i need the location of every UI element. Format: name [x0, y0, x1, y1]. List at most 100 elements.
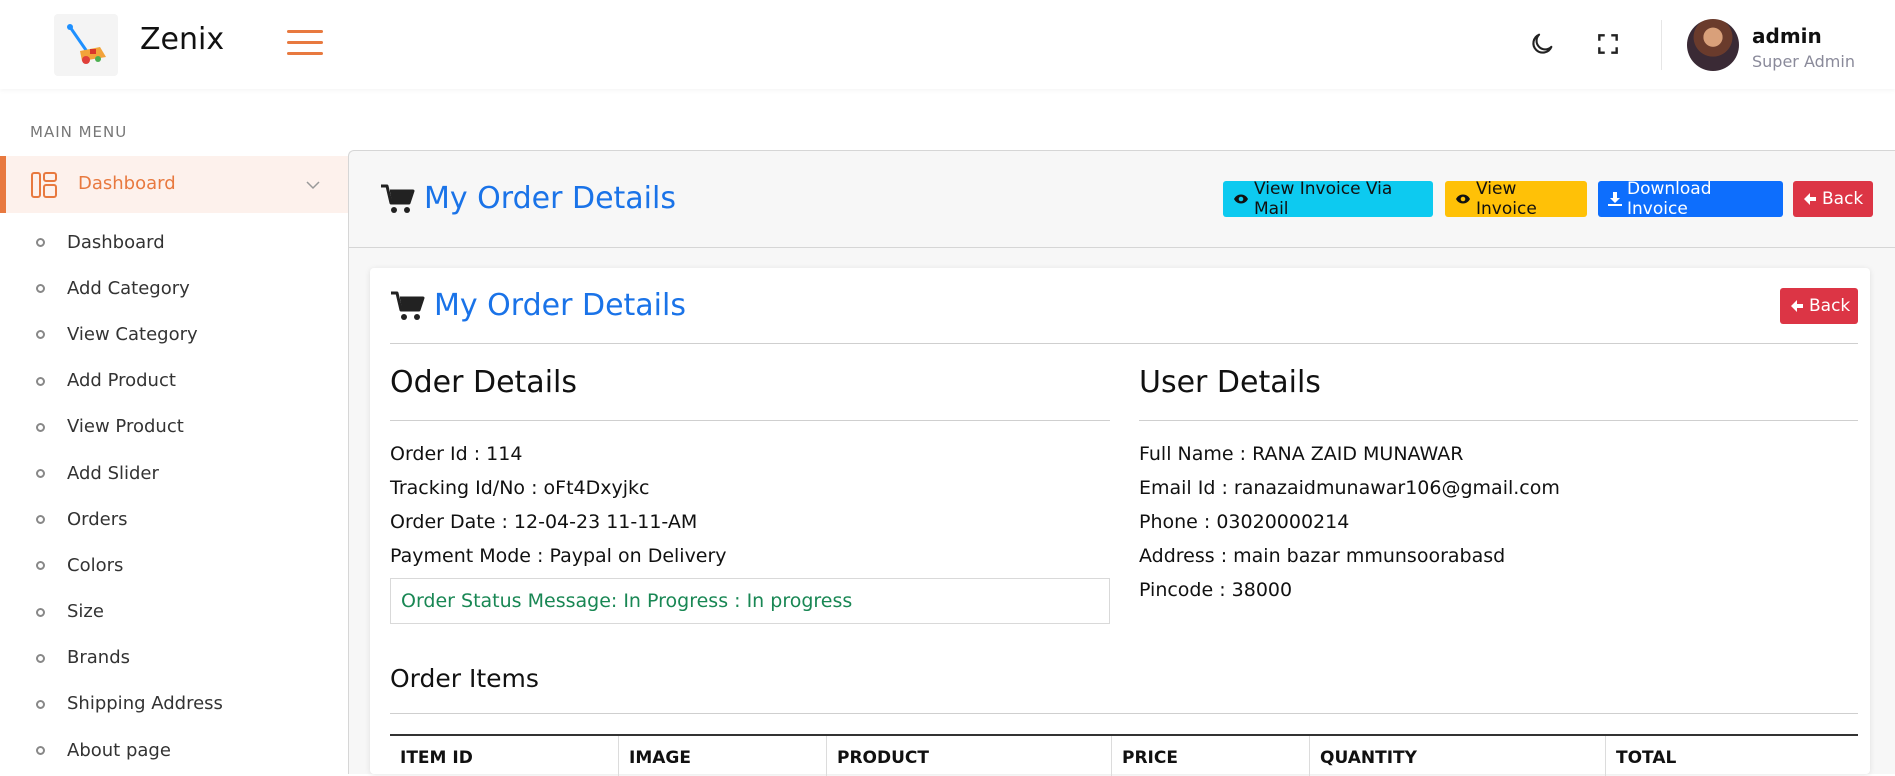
order-status-box: Order Status Message: In Progress : In p…	[390, 578, 1110, 624]
bullet-icon	[36, 699, 45, 709]
menu-toggle-button[interactable]	[287, 30, 323, 56]
sidebar-submenu: Dashboard Add Category View Category Add…	[0, 219, 348, 773]
column-header-total[interactable]: TOTAL	[1606, 736, 1858, 776]
sidebar-item-label: Brands	[67, 647, 130, 669]
hamburger-bar	[287, 41, 323, 44]
vacuum-logo-icon	[67, 24, 106, 64]
button-label: Back	[1809, 296, 1851, 316]
sidebar-item-view-product[interactable]: View Product	[0, 404, 348, 450]
sidebar-item-about-page[interactable]: About page	[0, 727, 348, 773]
order-items-heading: Order Items	[390, 664, 539, 693]
button-label: Back	[1822, 189, 1864, 209]
cart-icon	[391, 291, 425, 320]
sidebar-item-label: Size	[67, 601, 104, 623]
sidebar-item-colors[interactable]: Colors	[0, 542, 348, 588]
avatar[interactable]	[1687, 19, 1739, 71]
eye-icon	[1233, 193, 1249, 205]
download-invoice-button[interactable]: Download Invoice	[1598, 179, 1783, 219]
bullet-icon	[36, 238, 45, 248]
payment-mode: Payment Mode : Paypal on Delivery	[390, 545, 727, 567]
user-email: Email Id : ranazaidmunawar106@gmail.com	[1139, 477, 1560, 499]
hamburger-bar	[287, 52, 323, 55]
order-id: Order Id : 114	[390, 443, 523, 465]
sidebar-item-dashboard[interactable]: Dashboard	[0, 219, 348, 265]
back-button[interactable]: Back	[1793, 181, 1873, 217]
sidebar-item-label: Dashboard	[78, 173, 176, 194]
bullet-icon	[36, 515, 45, 525]
divider	[390, 420, 1110, 421]
card-back-button[interactable]: Back	[1780, 288, 1858, 324]
sidebar-item-orders[interactable]: Orders	[0, 496, 348, 542]
page-title: My Order Details	[380, 181, 676, 216]
dark-mode-toggle[interactable]	[1526, 28, 1558, 60]
order-details-card: My Order Details Back Oder Details Order…	[370, 268, 1870, 776]
brand-logo[interactable]	[54, 14, 118, 76]
sidebar-item-add-slider[interactable]: Add Slider	[0, 450, 348, 496]
sidebar-item-label: Colors	[67, 554, 124, 576]
sidebar-item-label: Add Category	[67, 277, 190, 299]
user-role: Super Admin	[1752, 52, 1855, 71]
divider	[390, 713, 1858, 714]
arrow-left-icon	[1803, 192, 1817, 206]
column-header-item-id[interactable]: ITEM ID	[390, 736, 619, 776]
button-label: Download Invoice	[1627, 179, 1712, 219]
sidebar-item-brands[interactable]: Brands	[0, 635, 348, 681]
arrow-left-icon	[1790, 299, 1804, 313]
order-details-heading: Oder Details	[390, 365, 577, 400]
bullet-icon	[36, 330, 45, 340]
sidebar-item-label: Add Slider	[67, 462, 159, 484]
cart-icon	[381, 184, 415, 213]
bullet-icon	[36, 561, 45, 571]
sidebar-item-view-category[interactable]: View Category	[0, 311, 348, 357]
bullet-icon	[36, 469, 45, 479]
bullet-icon	[36, 376, 45, 386]
sidebar-item-label: Add Product	[67, 370, 176, 392]
sidebar-item-label: View Product	[67, 416, 184, 438]
user-phone: Phone : 03020000214	[1139, 511, 1350, 533]
divider	[1139, 420, 1858, 421]
user-pincode: Pincode : 38000	[1139, 579, 1293, 601]
fullscreen-button[interactable]	[1592, 28, 1624, 60]
bullet-icon	[36, 746, 45, 756]
column-header-product[interactable]: PRODUCT	[827, 736, 1112, 776]
user-details-heading: User Details	[1139, 365, 1321, 400]
sidebar-item-label: View Category	[67, 323, 198, 345]
column-header-quantity[interactable]: QUANTITY	[1310, 736, 1606, 776]
moon-icon	[1532, 33, 1553, 54]
sidebar-item-label: Orders	[67, 508, 128, 530]
sidebar-item-add-product[interactable]: Add Product	[0, 358, 348, 404]
divider	[390, 343, 1858, 344]
user-full-name: Full Name : RANA ZAID MUNAWAR	[1139, 443, 1464, 465]
sidebar-item-label: About page	[67, 739, 171, 761]
sidebar-item-label: Dashboard	[67, 231, 165, 253]
download-icon	[1608, 192, 1622, 206]
tracking-id: Tracking Id/No : oFt4Dxyjkc	[390, 477, 650, 499]
sidebar-item-dashboard-group[interactable]: Dashboard	[0, 156, 348, 213]
column-header-image[interactable]: IMAGE	[619, 736, 827, 776]
fullscreen-icon	[1598, 34, 1618, 54]
user-address: Address : main bazar mmunsoorabasd	[1139, 545, 1506, 567]
bullet-icon	[36, 653, 45, 663]
user-name[interactable]: admin	[1752, 24, 1822, 48]
sidebar-item-label: Shipping Address	[67, 693, 223, 715]
bullet-icon	[36, 284, 45, 294]
header-divider	[1661, 20, 1662, 70]
card-title: My Order Details	[390, 288, 686, 323]
order-items-table-header: ITEM ID IMAGE PRODUCT PRICE QUANTITY TOT…	[390, 734, 1858, 776]
bullet-icon	[36, 422, 45, 432]
sidebar-item-add-category[interactable]: Add Category	[0, 265, 348, 311]
card-title-text: My Order Details	[434, 288, 686, 323]
column-header-price[interactable]: PRICE	[1112, 736, 1310, 776]
bullet-icon	[36, 607, 45, 617]
sidebar-item-size[interactable]: Size	[0, 589, 348, 635]
eye-icon	[1455, 193, 1471, 205]
button-label: View Invoice Via Mail	[1254, 179, 1393, 219]
view-invoice-mail-button[interactable]: View Invoice Via Mail	[1223, 179, 1433, 219]
order-date: Order Date : 12-04-23 11-11-AM	[390, 511, 698, 533]
view-invoice-button[interactable]: View Invoice	[1445, 179, 1587, 219]
dashboard-layout-icon	[31, 172, 57, 198]
brand-name: Zenix	[140, 22, 225, 57]
page-title-text: My Order Details	[424, 181, 676, 216]
order-status-message: Order Status Message: In Progress : In p…	[401, 590, 853, 612]
sidebar-item-shipping-address[interactable]: Shipping Address	[0, 681, 348, 727]
